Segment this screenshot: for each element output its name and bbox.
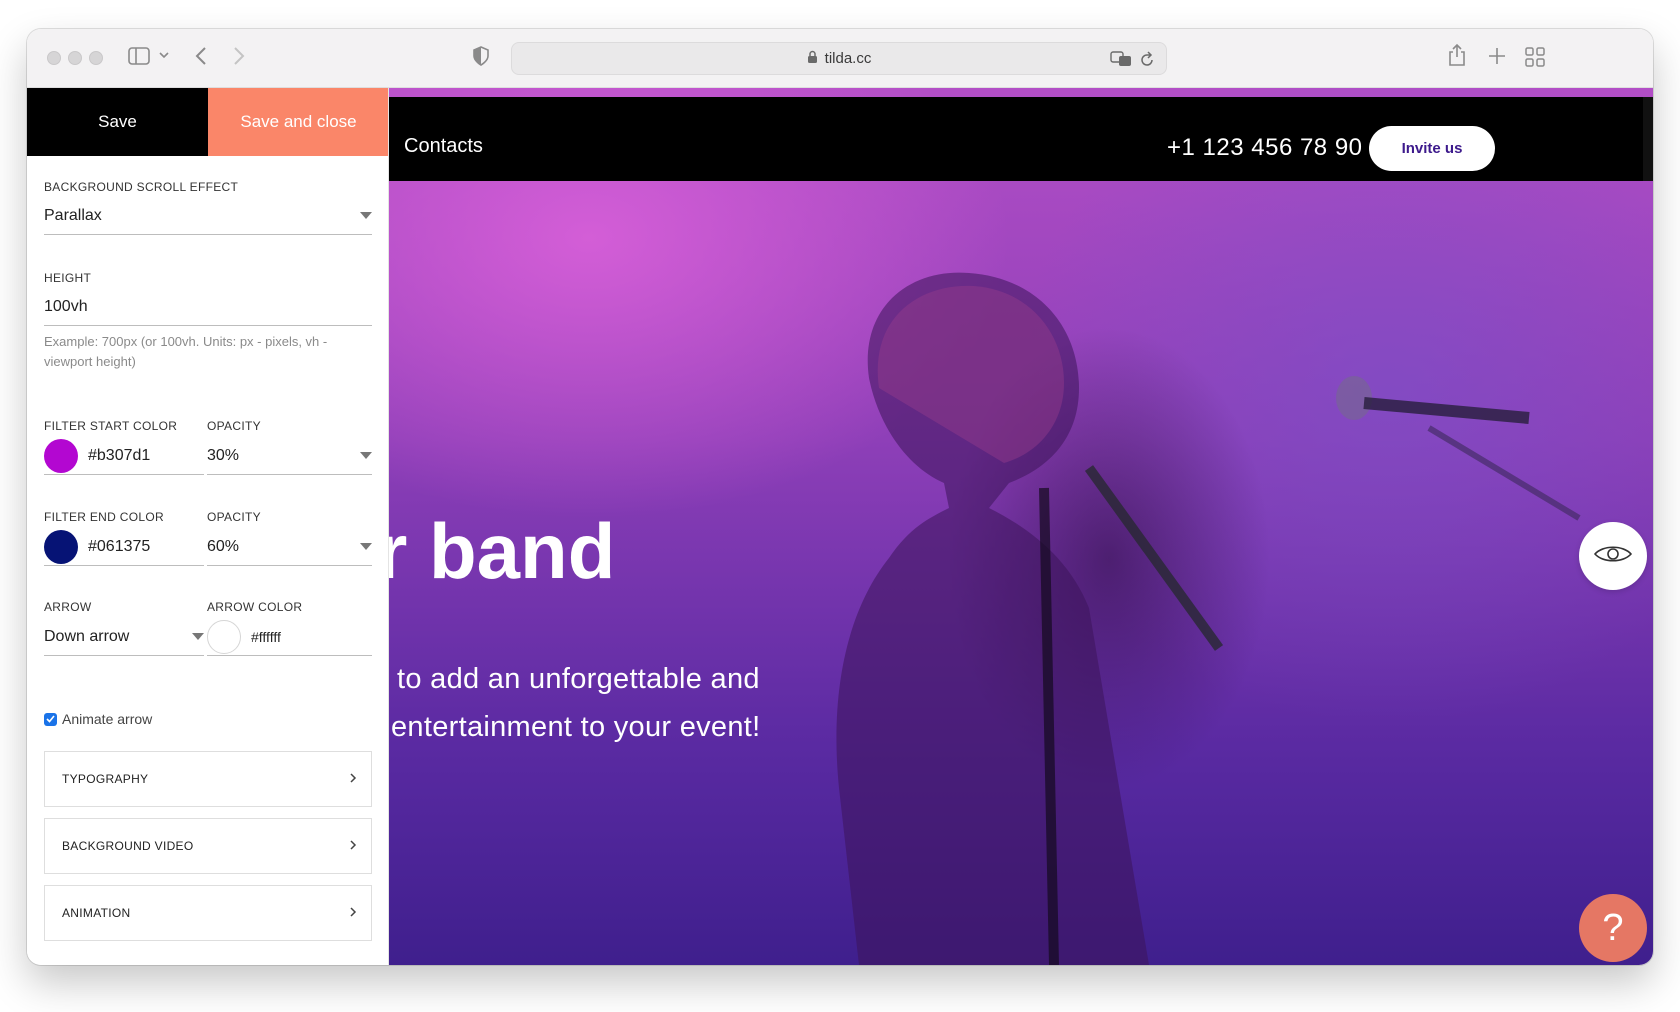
filter-start-opacity-value: 30% [207, 446, 240, 464]
reload-icon[interactable] [1140, 51, 1154, 71]
filter-end-opacity-label: OPACITY [207, 510, 261, 524]
filter-end-opacity-value: 60% [207, 537, 240, 555]
filter-end-color-value: #061375 [88, 537, 151, 555]
new-tab-icon[interactable] [1488, 47, 1506, 65]
browser-toolbar: tilda.cc [27, 29, 1653, 88]
url-text: tilda.cc [824, 50, 872, 67]
filter-start-color-input[interactable]: #b307d1 [44, 437, 204, 475]
header-phone[interactable]: +1 123 456 78 90 [1167, 134, 1363, 162]
section-background-video-label: BACKGROUND VIDEO [62, 839, 194, 853]
nav-contacts-link[interactable]: Contacts [404, 135, 483, 158]
save-and-close-button[interactable]: Save and close [208, 88, 388, 156]
translate-icon[interactable] [1110, 50, 1132, 72]
height-input[interactable]: 100vh [44, 288, 372, 326]
chevron-right-icon [349, 906, 357, 921]
filter-start-color-label: FILTER START COLOR [44, 419, 178, 433]
section-animation[interactable]: ANIMATION [44, 885, 372, 941]
filter-end-color-label: FILTER END COLOR [44, 510, 164, 524]
section-typography-label: TYPOGRAPHY [62, 772, 149, 786]
scroll-effect-select[interactable]: Parallax [44, 197, 372, 235]
filter-end-color-swatch[interactable] [44, 529, 78, 564]
arrow-color-swatch[interactable] [207, 619, 241, 654]
lock-icon [807, 50, 818, 68]
preview-eye-button[interactable] [1579, 522, 1647, 590]
chevron-right-icon [349, 772, 357, 787]
arrow-color-input[interactable]: #ffffff [207, 618, 372, 656]
section-typography[interactable]: TYPOGRAPHY [44, 751, 372, 807]
filter-start-opacity-label: OPACITY [207, 419, 261, 433]
chevron-down-icon[interactable] [159, 51, 169, 59]
share-icon[interactable] [1448, 43, 1466, 67]
scroll-effect-label: BACKGROUND SCROLL EFFECT [44, 180, 239, 194]
invite-us-button[interactable]: Invite us [1369, 126, 1495, 171]
filter-start-color-value: #b307d1 [88, 446, 151, 464]
privacy-shield-icon[interactable] [473, 46, 489, 66]
forward-icon[interactable] [233, 46, 245, 66]
scroll-effect-value: Parallax [44, 206, 102, 224]
dropdown-arrow-icon [360, 543, 372, 550]
filter-end-color-input[interactable]: #061375 [44, 528, 204, 566]
hero-subtitle-line2: entertainment to your event! [391, 711, 761, 743]
height-hint: Example: 700px (or 100vh. Units: px - pi… [44, 334, 328, 369]
chevron-right-icon [349, 839, 357, 854]
arrow-color-label: ARROW COLOR [207, 600, 303, 614]
animate-arrow-checkbox[interactable] [44, 712, 57, 726]
site-preview: Contacts +1 123 456 78 90 Invite us r ba… [389, 88, 1653, 965]
tab-overview-icon[interactable] [1525, 47, 1545, 67]
arrow-value: Down arrow [44, 627, 130, 645]
animate-arrow-row: Animate arrow [44, 711, 152, 727]
preview-scrollbar[interactable] [1643, 97, 1653, 181]
help-button[interactable]: ? [1579, 894, 1647, 962]
hero-subtitle-line1: to add an unforgettable and [397, 663, 760, 695]
section-animation-label: ANIMATION [62, 906, 131, 920]
close-window-button[interactable] [47, 51, 61, 65]
height-value: 100vh [44, 297, 88, 315]
zoom-window-button[interactable] [89, 51, 103, 65]
dropdown-arrow-icon [360, 212, 372, 219]
minimize-window-button[interactable] [68, 51, 82, 65]
arrow-color-value: #ffffff [251, 628, 281, 645]
eye-icon [1593, 543, 1633, 570]
hero-title: r band [389, 507, 616, 595]
arrow-label: ARROW [44, 600, 92, 614]
dropdown-arrow-icon [192, 633, 204, 640]
sidebar-toggle-icon[interactable] [128, 47, 150, 65]
filter-start-opacity-select[interactable]: 30% [207, 437, 372, 475]
arrow-select[interactable]: Down arrow [44, 618, 204, 656]
height-label: HEIGHT [44, 271, 92, 285]
settings-panel: Save Save and close BACKGROUND SCROLL EF… [27, 88, 389, 965]
site-header: Contacts +1 123 456 78 90 Invite us [389, 97, 1653, 181]
filter-end-opacity-select[interactable]: 60% [207, 528, 372, 566]
save-button[interactable]: Save [27, 88, 208, 156]
browser-window: tilda.cc Save Save and close BACKGROUND … [27, 29, 1653, 965]
panel-actions: Save Save and close [27, 88, 388, 156]
filter-start-color-swatch[interactable] [44, 438, 78, 473]
address-bar[interactable]: tilda.cc [511, 42, 1167, 75]
section-background-video[interactable]: BACKGROUND VIDEO [44, 818, 372, 874]
dropdown-arrow-icon [360, 452, 372, 459]
animate-arrow-label: Animate arrow [62, 711, 153, 727]
back-icon[interactable] [195, 46, 207, 66]
